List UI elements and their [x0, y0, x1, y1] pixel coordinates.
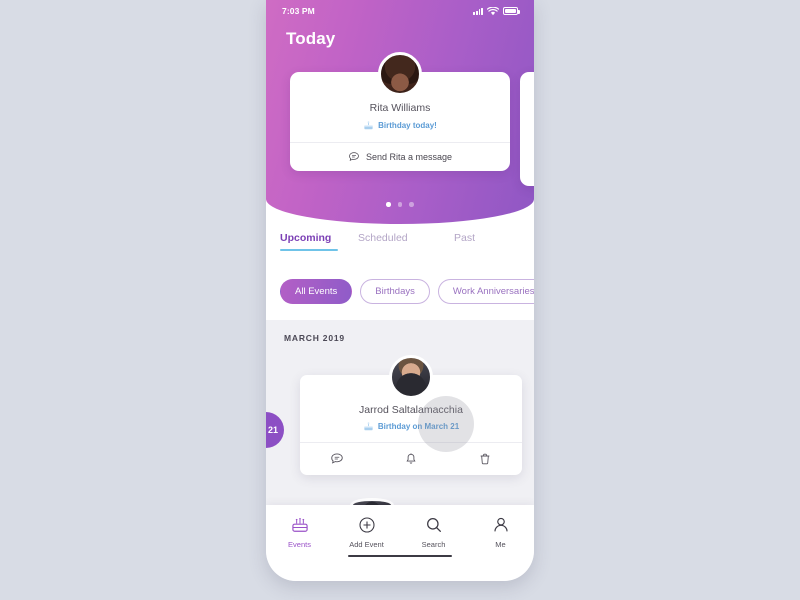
nav-label-events: Events [288, 540, 311, 549]
event-actions [300, 443, 522, 475]
status-bar-time: 7:03 PM [282, 6, 315, 16]
cake-icon [364, 422, 373, 431]
send-message-button[interactable]: Send Rita a message [290, 143, 510, 171]
message-action[interactable] [300, 443, 374, 475]
search-icon [426, 518, 441, 533]
hero-card-next-peek[interactable] [520, 72, 534, 186]
tab-scheduled[interactable]: Scheduled [358, 232, 454, 251]
nav-item-add-event[interactable]: Add Event [333, 515, 400, 549]
chip-birthdays[interactable]: Birthdays [360, 279, 430, 304]
phone-frame: 7:03 PM Today Rita Williams Birthday tod… [266, 0, 534, 581]
tab-upcoming[interactable]: Upcoming [280, 232, 358, 251]
page-title: Today [286, 29, 336, 48]
chip-all-events[interactable]: All Events [280, 279, 353, 304]
nav-label-me: Me [495, 540, 506, 549]
send-message-label: Send Rita a message [365, 152, 453, 162]
hero-card[interactable]: Rita Williams Birthday today! Send Rita … [290, 52, 510, 171]
trash-icon [480, 453, 490, 465]
carousel-dot-3[interactable] [409, 202, 414, 207]
filter-chips: All Events Birthdays Work Anniversaries [280, 279, 534, 304]
bottom-navigation: Events Add Event Search Me [266, 505, 534, 581]
chip-work-anniversaries[interactable]: Work Anniversaries [437, 279, 534, 304]
carousel-dot-1[interactable] [386, 202, 391, 207]
hero-contact-name: Rita Williams [369, 102, 431, 114]
event-contact-name: Jarrod Saltalamacchia [359, 404, 463, 416]
tab-past[interactable]: Past [454, 232, 475, 251]
wifi-icon [487, 6, 499, 15]
nav-label-add-event: Add Event [349, 540, 384, 549]
cellular-bars-icon [473, 7, 483, 15]
bottom-nav-items: Events Add Event Search Me [266, 505, 534, 549]
event-card[interactable]: Jarrod Saltalamacchia Birthday on March … [300, 355, 522, 475]
avatar [378, 52, 422, 96]
month-header: MARCH 2019 [284, 333, 345, 343]
plus-circle-icon [358, 517, 375, 533]
status-bar-icons [473, 6, 520, 16]
person-icon [493, 517, 508, 532]
nav-label-search: Search [421, 540, 446, 549]
message-icon [349, 152, 359, 162]
battery-full-icon [503, 7, 520, 15]
message-icon [331, 453, 343, 464]
home-indicator [348, 555, 452, 557]
carousel-dots[interactable] [266, 202, 534, 207]
bell-icon [406, 453, 416, 464]
avatar [389, 355, 433, 399]
cake-icon [364, 121, 373, 130]
carousel-dot-2[interactable] [397, 202, 403, 207]
status-bar: 7:03 PM [266, 0, 534, 22]
nav-item-search[interactable]: Search [400, 515, 467, 549]
nav-item-events[interactable]: Events [266, 515, 333, 549]
nav-item-me[interactable]: Me [467, 515, 534, 549]
hero-event-label: Birthday today! [378, 121, 437, 130]
cursor-indicator [418, 396, 474, 452]
tab-bar: Upcoming Scheduled Past [266, 232, 534, 251]
event-line: Birthday on March 21 [310, 421, 512, 432]
cake-icon [291, 518, 308, 532]
hero-event-line: Birthday today! [300, 120, 500, 131]
